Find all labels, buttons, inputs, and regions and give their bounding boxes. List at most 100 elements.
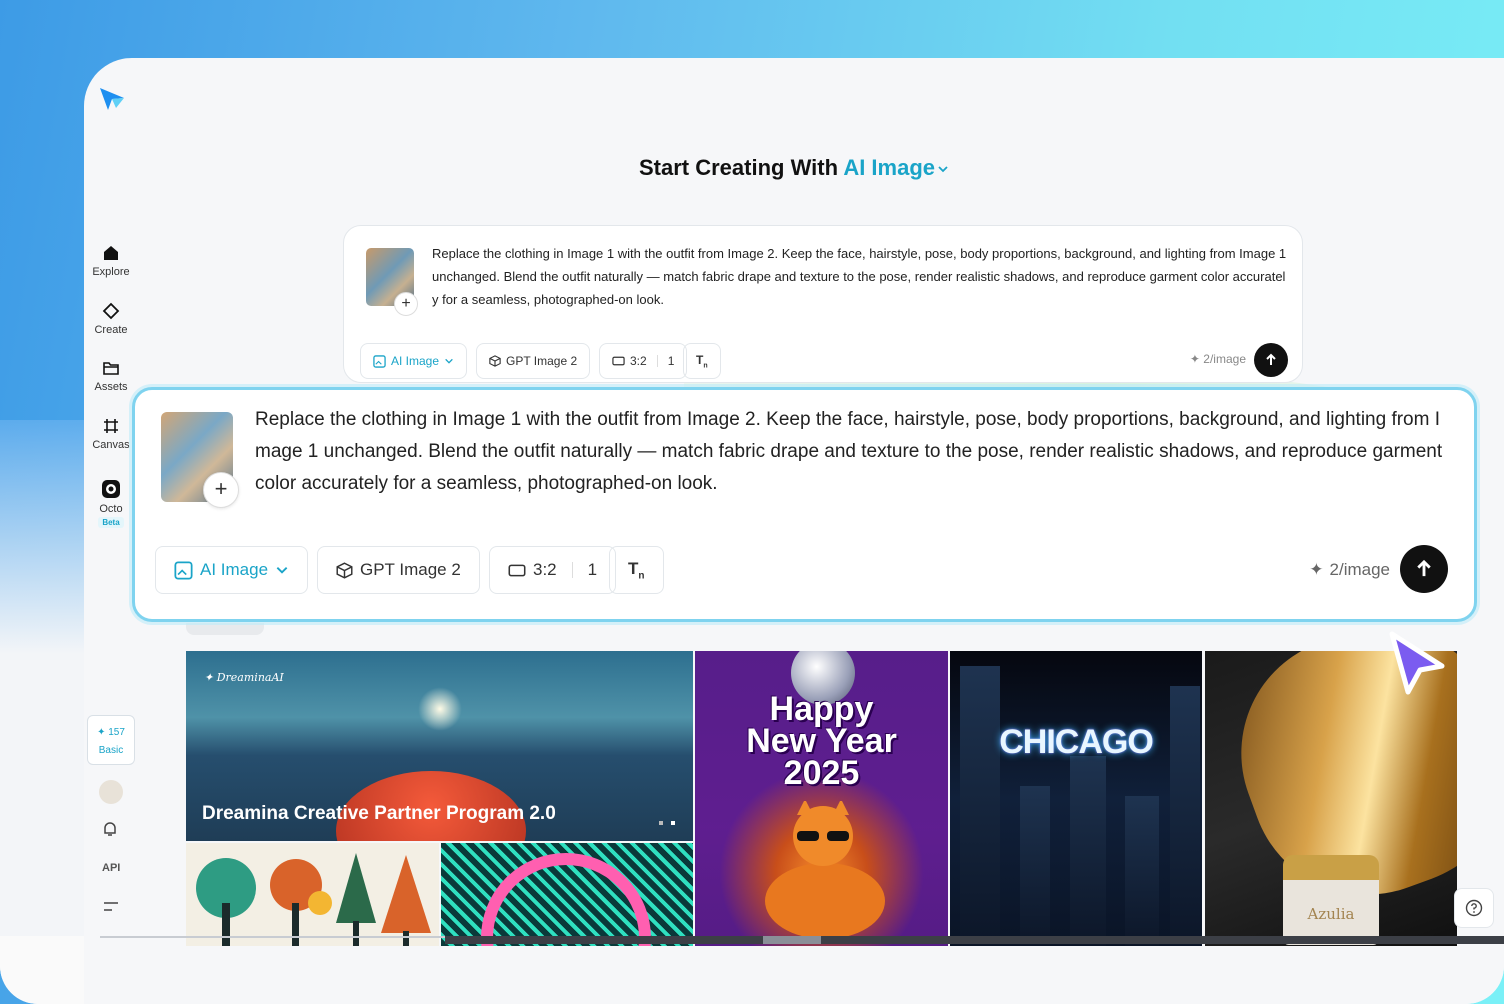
beta-badge: Beta bbox=[98, 517, 124, 528]
gallery-item-new-year[interactable]: Happy New Year 2025 bbox=[695, 651, 948, 946]
star-glow bbox=[418, 687, 462, 731]
pointer-cursor-icon bbox=[1389, 631, 1445, 695]
prompt-text[interactable]: Replace the clothing in Image 1 with the… bbox=[255, 404, 1450, 500]
folder-icon bbox=[103, 362, 119, 375]
scrollbar-thumb[interactable] bbox=[763, 936, 821, 944]
cube-icon bbox=[489, 355, 501, 367]
sparkle-icon: ✦ bbox=[97, 727, 106, 738]
building bbox=[1125, 796, 1159, 946]
chevron-down-icon bbox=[276, 567, 288, 574]
count-label: 1 bbox=[667, 354, 675, 368]
prompt-card-preview: + Replace the clothing in Image 1 with t… bbox=[343, 225, 1303, 383]
add-image-button[interactable]: + bbox=[203, 472, 239, 508]
cost-label: 2/image bbox=[1203, 352, 1246, 366]
text-format-icon: Tn bbox=[696, 352, 708, 370]
building bbox=[1070, 756, 1106, 946]
add-image-button[interactable]: + bbox=[394, 292, 418, 316]
sidebar-item-label: Canvas bbox=[92, 439, 130, 451]
text-style-button[interactable]: Tn bbox=[609, 546, 664, 594]
send-button[interactable] bbox=[1254, 343, 1288, 377]
tab-indicator bbox=[186, 623, 264, 635]
building bbox=[960, 666, 1000, 946]
sparkle-icon: ✦ bbox=[1309, 560, 1324, 579]
octo-icon bbox=[102, 480, 120, 498]
carousel-dots[interactable] bbox=[659, 821, 677, 825]
help-button[interactable] bbox=[1454, 888, 1494, 928]
cat-illustration bbox=[765, 801, 885, 939]
model-label: GPT Image 2 bbox=[506, 354, 578, 368]
horizontal-scrollbar[interactable] bbox=[0, 936, 1504, 944]
sidebar-item-explore[interactable]: Explore bbox=[84, 244, 138, 278]
sidebar-item-assets[interactable]: Assets bbox=[84, 359, 138, 393]
plan-label: Basic bbox=[98, 745, 124, 756]
cream-jar: Azulia bbox=[1283, 855, 1379, 945]
model-label: GPT Image 2 bbox=[360, 560, 461, 579]
gallery-item-trees[interactable] bbox=[186, 843, 439, 946]
background-fade bbox=[0, 420, 90, 1004]
mode-label: AI Image bbox=[391, 354, 440, 368]
sidebar-item-label: Create bbox=[94, 324, 128, 336]
menu-icon[interactable] bbox=[103, 900, 119, 914]
cube-icon bbox=[336, 561, 353, 579]
gallery-item-chicago[interactable]: CHICAGO bbox=[950, 651, 1202, 946]
neon-ring bbox=[481, 853, 651, 946]
divider bbox=[571, 562, 573, 578]
ratio-selector[interactable]: 3:2 1 bbox=[489, 546, 617, 594]
arrow-up-icon bbox=[1266, 353, 1276, 365]
chevron-down-icon bbox=[445, 358, 453, 364]
banner-brand: ✦ DreaminaAI bbox=[204, 671, 284, 684]
mode-switch[interactable]: AI Image bbox=[843, 155, 935, 180]
chevron-down-icon[interactable] bbox=[937, 163, 949, 175]
chicago-title: CHICAGO bbox=[999, 723, 1154, 761]
banner-creative-partner[interactable]: ✦ DreaminaAI Dreamina Creative Partner P… bbox=[186, 651, 693, 841]
gallery-item-spiral[interactable] bbox=[441, 843, 693, 946]
count-label: 1 bbox=[587, 560, 598, 579]
sidebar-item-octo[interactable]: Octo Beta bbox=[84, 479, 138, 528]
send-button[interactable] bbox=[1400, 545, 1448, 593]
prompt-card: + Replace the clothing in Image 1 with t… bbox=[132, 387, 1477, 622]
building bbox=[1020, 786, 1050, 946]
sidebar-item-label: Octo bbox=[99, 503, 123, 515]
party-title: Happy New Year 2025 bbox=[746, 690, 897, 792]
model-selector[interactable]: GPT Image 2 bbox=[317, 546, 480, 594]
ratio-label: 3:2 bbox=[533, 560, 557, 579]
api-link[interactable]: API bbox=[102, 862, 120, 874]
frame-icon bbox=[104, 419, 118, 433]
aspect-ratio-icon bbox=[508, 564, 526, 576]
sidebar-item-create[interactable]: Create bbox=[84, 302, 138, 336]
cost-indicator: ✦ 2/image bbox=[1189, 352, 1246, 366]
sidebar-item-canvas[interactable]: Canvas bbox=[84, 417, 138, 451]
mode-dropdown[interactable]: AI Image bbox=[155, 546, 309, 594]
product-label: Azulia bbox=[1307, 905, 1355, 923]
mode-label: AI Image bbox=[200, 560, 269, 579]
scrollbar-track[interactable] bbox=[445, 936, 1504, 944]
question-icon bbox=[1465, 899, 1483, 917]
text-style-button[interactable]: Tn bbox=[683, 343, 721, 379]
page-title: Start Creating With AI Image bbox=[84, 155, 1504, 181]
sidebar-item-label: Explore bbox=[92, 266, 130, 278]
credits-count: 157 bbox=[108, 727, 125, 738]
image-plus-icon bbox=[174, 560, 193, 580]
window-frame: Explore Create Assets Canvas Octo Beta ✦… bbox=[0, 0, 1504, 1004]
avatar[interactable] bbox=[99, 780, 123, 804]
dreamina-logo-icon[interactable] bbox=[98, 82, 128, 112]
trees-illustration bbox=[196, 853, 431, 946]
credits-badge[interactable]: ✦ 157 Basic bbox=[87, 715, 135, 765]
image-plus-icon bbox=[373, 354, 386, 368]
home-icon bbox=[104, 246, 118, 260]
bell-icon[interactable] bbox=[101, 820, 119, 838]
model-selector[interactable]: GPT Image 2 bbox=[476, 343, 591, 379]
mode-dropdown[interactable]: AI Image bbox=[360, 343, 468, 379]
prompt-text[interactable]: Replace the clothing in Image 1 with the… bbox=[432, 242, 1288, 311]
diamond-icon bbox=[102, 302, 120, 320]
banner-caption: Dreamina Creative Partner Program 2.0 bbox=[202, 803, 556, 824]
text-format-icon: Tn bbox=[628, 558, 645, 582]
arrow-up-icon bbox=[1417, 559, 1431, 577]
ratio-selector[interactable]: 3:2 1 bbox=[599, 343, 688, 379]
sidebar-item-label: Assets bbox=[94, 381, 128, 393]
cost-indicator: ✦ 2/image bbox=[1309, 560, 1390, 580]
page-title-prefix: Start Creating With bbox=[638, 155, 839, 180]
cost-label: 2/image bbox=[1329, 560, 1390, 579]
scrollbar-left bbox=[100, 936, 445, 938]
divider bbox=[656, 355, 658, 367]
